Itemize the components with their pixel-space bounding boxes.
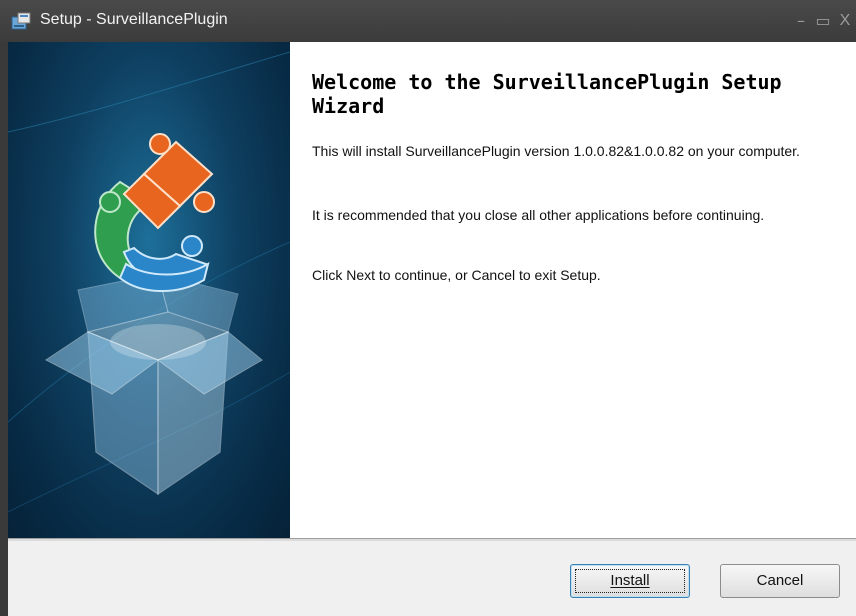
maximize-button[interactable]: ▭ (812, 10, 834, 32)
close-button[interactable]: X (834, 10, 856, 32)
installer-icon (11, 12, 31, 30)
minimize-button[interactable]: – (790, 10, 812, 32)
title-bar: Setup - SurveillancePlugin – ▭ X (0, 0, 856, 42)
wizard-side-image (8, 42, 290, 538)
install-button[interactable]: Install (570, 564, 690, 598)
puzzle-box-illustration (8, 51, 290, 513)
wizard-client-area: Welcome to the SurveillancePlugin Setup … (8, 42, 856, 616)
welcome-heading: Welcome to the SurveillancePlugin Setup … (312, 70, 782, 118)
setup-window: Setup - SurveillancePlugin – ▭ X Welcome… (0, 0, 856, 616)
close-apps-text: It is recommended that you close all oth… (312, 207, 765, 223)
footer-separator (8, 538, 856, 541)
window-title: Setup - SurveillancePlugin (40, 11, 228, 28)
install-focus-ring (575, 569, 685, 593)
install-info-text: This will install SurveillancePlugin ver… (312, 143, 800, 159)
cancel-button[interactable]: Cancel (720, 564, 840, 598)
continue-instruction-text: Click Next to continue, or Cancel to exi… (312, 267, 601, 283)
wizard-welcome-panel: Welcome to the SurveillancePlugin Setup … (290, 42, 856, 538)
cancel-button-label: Cancel (756, 572, 804, 589)
